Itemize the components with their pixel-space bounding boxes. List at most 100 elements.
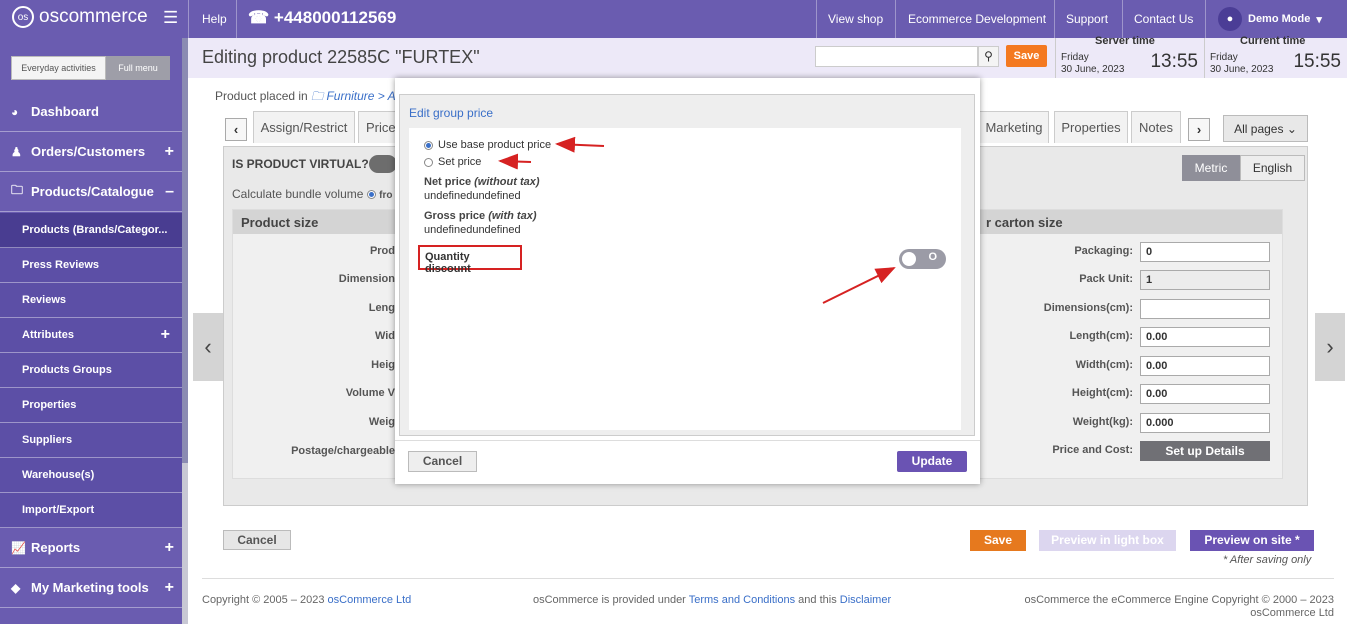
use-base-price-radio[interactable] bbox=[424, 140, 433, 150]
sidebar-item-import-export[interactable]: Import/Export bbox=[0, 493, 182, 528]
divider bbox=[895, 0, 896, 38]
tab-marketing[interactable]: Marketing bbox=[979, 111, 1049, 143]
toggle-text: O bbox=[928, 251, 937, 263]
calc-bundle-label: Calculate bundle volume bbox=[232, 187, 364, 201]
plus-icon: + bbox=[164, 142, 174, 160]
tab-properties[interactable]: Properties bbox=[1054, 111, 1128, 143]
sidebar-item-label: Products/Catalogue bbox=[31, 184, 154, 199]
setup-details-button[interactable]: Set up Details bbox=[1140, 441, 1270, 461]
header-save-button[interactable]: Save bbox=[1006, 45, 1047, 67]
width-input[interactable]: 0.00 bbox=[1140, 356, 1270, 376]
tabs-next-button[interactable]: › bbox=[1188, 118, 1210, 141]
divider bbox=[188, 0, 189, 38]
server-time-value: 13:55 bbox=[1150, 51, 1198, 72]
metric-button[interactable]: Metric bbox=[1182, 155, 1240, 181]
divider bbox=[1054, 0, 1055, 38]
length-input[interactable]: 0.00 bbox=[1140, 327, 1270, 347]
ecommerce-dev-link[interactable]: Ecommerce Development bbox=[908, 12, 1046, 26]
height-label: Height(cm): bbox=[1071, 387, 1133, 399]
packaging-input[interactable]: 0 bbox=[1140, 242, 1270, 262]
set-price-radio[interactable] bbox=[424, 157, 433, 167]
preview-lightbox-button[interactable]: Preview in light box bbox=[1039, 530, 1176, 551]
sidebar-item-warehouses[interactable]: Warehouse(s) bbox=[0, 458, 182, 493]
search-input[interactable] bbox=[815, 46, 978, 67]
use-base-price-label: Use base product price bbox=[438, 139, 552, 151]
weight-input[interactable]: 0.000 bbox=[1140, 413, 1270, 433]
sidebar-item-marketing-tools[interactable]: ◆ My Marketing tools + bbox=[0, 568, 182, 608]
dimensions-input[interactable] bbox=[1140, 299, 1270, 319]
english-button[interactable]: English bbox=[1240, 155, 1305, 181]
weight-label: Weight(kg): bbox=[1072, 416, 1133, 428]
sidebar-item-label: Suppliers bbox=[22, 434, 73, 446]
footer: Copyright © 2005 – 2023 osCommerce Ltd o… bbox=[202, 578, 1334, 619]
tab-notes[interactable]: Notes bbox=[1131, 111, 1181, 143]
placement-breadcrumb[interactable]: 🗀 Furniture > Ac bbox=[311, 89, 402, 103]
save-button[interactable]: Save bbox=[970, 530, 1026, 551]
sidebar-item-label: Products (Brands/Categor... bbox=[22, 224, 168, 236]
use-base-price-option[interactable]: Use base product price bbox=[424, 139, 551, 151]
tabs-prev-button[interactable]: ‹ bbox=[225, 118, 247, 141]
sidebar-item-properties[interactable]: Properties bbox=[0, 388, 182, 423]
current-time-value: 15:55 bbox=[1293, 51, 1341, 72]
preview-site-button[interactable]: Preview on site * bbox=[1190, 530, 1314, 551]
modal-update-button[interactable]: Update bbox=[897, 451, 967, 472]
divider bbox=[1205, 0, 1206, 38]
prev-product-arrow[interactable]: ‹ bbox=[193, 313, 223, 381]
packaging-label: Packaging: bbox=[1074, 245, 1133, 257]
help-link[interactable]: Help bbox=[202, 12, 227, 26]
virtual-toggle[interactable] bbox=[369, 155, 397, 173]
menu-toggle-icon[interactable]: ☰ bbox=[163, 8, 178, 28]
server-time-label: Server time bbox=[1095, 35, 1155, 47]
sidebar-item-reports[interactable]: 📈 Reports + bbox=[0, 528, 182, 568]
price-cost-label: Price and Cost: bbox=[1052, 444, 1133, 456]
disclaimer-link[interactable]: Disclaimer bbox=[840, 594, 891, 606]
width-label: Width(cm): bbox=[1075, 359, 1133, 371]
cancel-button[interactable]: Cancel bbox=[223, 530, 291, 550]
plus-icon: + bbox=[160, 326, 170, 343]
phone-number[interactable]: ☎ +448000112569 bbox=[248, 8, 396, 28]
oscommerce-link[interactable]: osCommerce Ltd bbox=[328, 594, 412, 606]
user-menu[interactable]: ● Demo Mode ▾ bbox=[1218, 7, 1322, 31]
view-shop-link[interactable]: View shop bbox=[828, 12, 883, 26]
sidebar-item-dashboard[interactable]: ◕ Dashboard bbox=[0, 92, 182, 132]
sidebar-item-label: Attributes bbox=[22, 329, 74, 341]
sidebar-item-press-reviews[interactable]: Press Reviews bbox=[0, 248, 182, 283]
sidebar-item-label: Reports bbox=[31, 540, 81, 555]
sidebar-item-products-groups[interactable]: Products Groups bbox=[0, 353, 182, 388]
tab-assign-restrict[interactable]: Assign/Restrict bbox=[253, 111, 355, 143]
set-price-option[interactable]: Set price bbox=[424, 156, 481, 168]
toggle-knob bbox=[902, 252, 916, 266]
search-icon[interactable]: ⚲ bbox=[978, 46, 999, 67]
phone-text: +448000112569 bbox=[273, 8, 397, 27]
terms-link[interactable]: Terms and Conditions bbox=[689, 594, 795, 606]
modal-cancel-button[interactable]: Cancel bbox=[408, 451, 477, 472]
calc-bundle-radio[interactable] bbox=[366, 190, 376, 200]
field-label: Prod bbox=[369, 245, 395, 257]
contact-us-link[interactable]: Contact Us bbox=[1134, 12, 1193, 26]
sidebar-item-products-catalogue[interactable]: 🗀 Products/Catalogue – bbox=[0, 172, 182, 212]
current-time-label: Current time bbox=[1240, 35, 1306, 47]
tab-everyday-activities[interactable]: Everyday activities bbox=[11, 56, 106, 80]
sidebar-item-attributes[interactable]: Attributes + bbox=[0, 318, 182, 353]
tab-price[interactable]: Price bbox=[358, 111, 400, 143]
brand-logo[interactable]: os oscommerce bbox=[12, 6, 148, 28]
page-header: Editing product 22585C "FURTEX" ⚲ Save S… bbox=[188, 35, 1347, 78]
next-product-arrow[interactable]: › bbox=[1315, 313, 1345, 381]
quantity-discount-toggle[interactable]: O bbox=[899, 249, 946, 269]
height-input[interactable]: 0.00 bbox=[1140, 384, 1270, 404]
tab-full-menu[interactable]: Full menu bbox=[106, 56, 170, 80]
sidebar-item-reviews[interactable]: Reviews bbox=[0, 283, 182, 318]
plus-icon: + bbox=[164, 538, 174, 556]
support-link[interactable]: Support bbox=[1066, 12, 1108, 26]
pack-unit-input[interactable]: 1 bbox=[1140, 270, 1270, 290]
field-label: Weig bbox=[368, 416, 395, 428]
sidebar-item-label: Press Reviews bbox=[22, 259, 100, 271]
sidebar-item-products-brands[interactable]: Products (Brands/Categor... bbox=[0, 213, 182, 248]
chevron-down-icon: ▾ bbox=[1316, 13, 1322, 26]
sidebar-item-suppliers[interactable]: Suppliers bbox=[0, 423, 182, 458]
product-placement: Product placed in 🗀 Furniture > Ac bbox=[215, 87, 402, 108]
sidebar-item-orders[interactable]: ♟ Orders/Customers + bbox=[0, 132, 182, 172]
all-pages-dropdown[interactable]: All pages ⌄ bbox=[1223, 115, 1308, 142]
plus-icon: + bbox=[164, 578, 174, 596]
sidebar-item-label: Orders/Customers bbox=[31, 144, 146, 159]
